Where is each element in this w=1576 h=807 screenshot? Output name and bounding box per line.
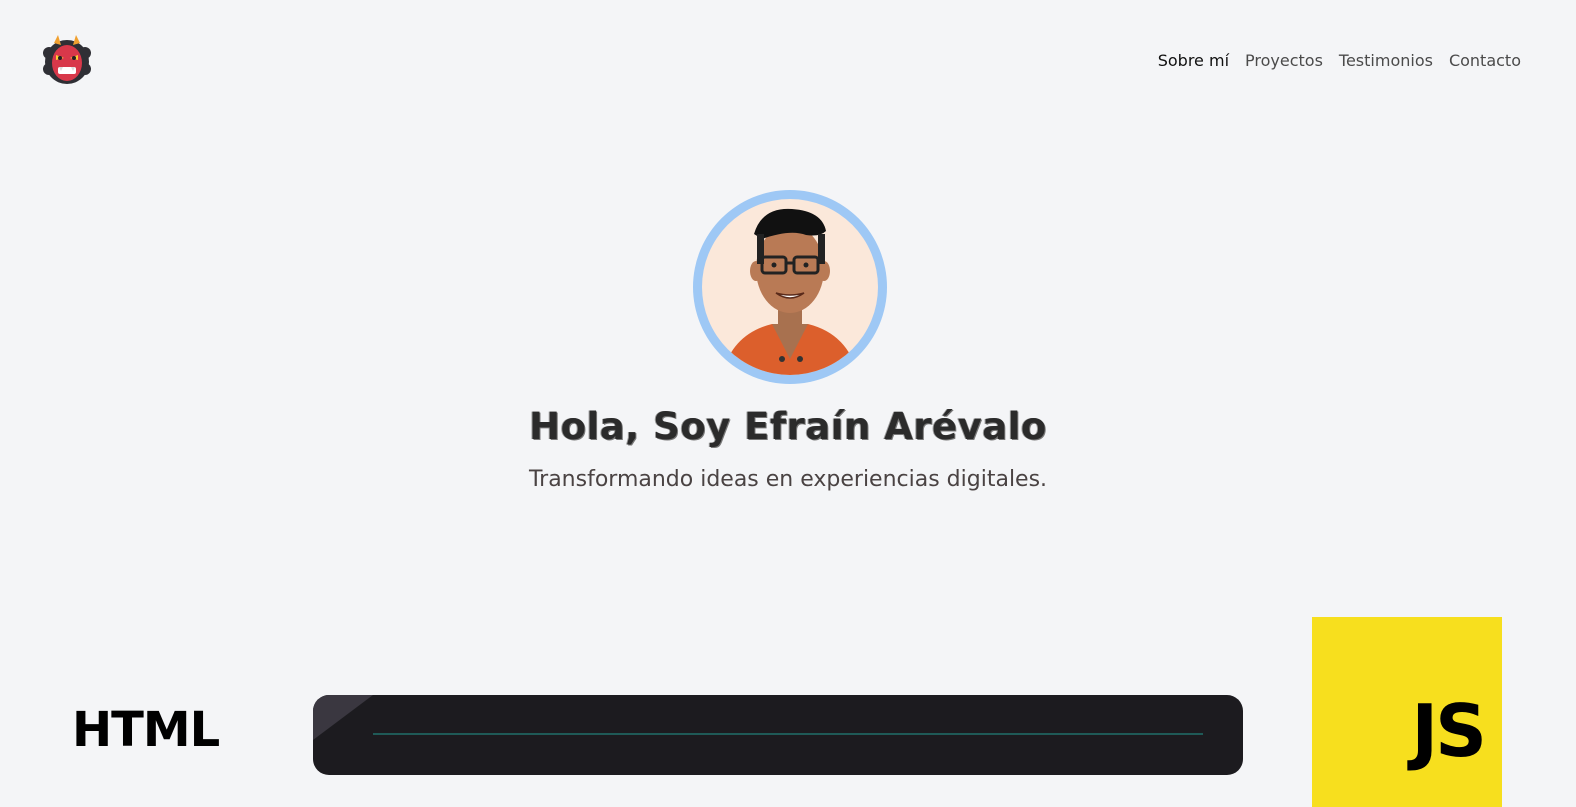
js-skill-label: JS — [1411, 689, 1487, 773]
code-editor-preview — [313, 695, 1243, 775]
oni-mask-icon[interactable] — [40, 33, 94, 87]
avatar-illustration — [702, 199, 878, 375]
nav-link-sobre-mi[interactable]: Sobre mí — [1158, 50, 1229, 72]
nav-link-testimonios[interactable]: Testimonios — [1339, 50, 1433, 72]
nav-link-contacto[interactable]: Contacto — [1449, 50, 1521, 72]
js-skill-badge: JS — [1312, 617, 1502, 807]
html-skill-label: HTML — [72, 702, 220, 758]
nav-link-proyectos[interactable]: Proyectos — [1245, 50, 1323, 72]
avatar — [693, 190, 887, 384]
editor-corner-decoration — [313, 695, 373, 740]
editor-divider — [373, 733, 1203, 735]
hero-title: Hola, Soy Efraín Arévalo — [529, 405, 1047, 448]
main-nav: Sobre mí Proyectos Testimonios Contacto — [1158, 50, 1521, 72]
hero-subtitle: Transformando ideas en experiencias digi… — [528, 467, 1048, 492]
